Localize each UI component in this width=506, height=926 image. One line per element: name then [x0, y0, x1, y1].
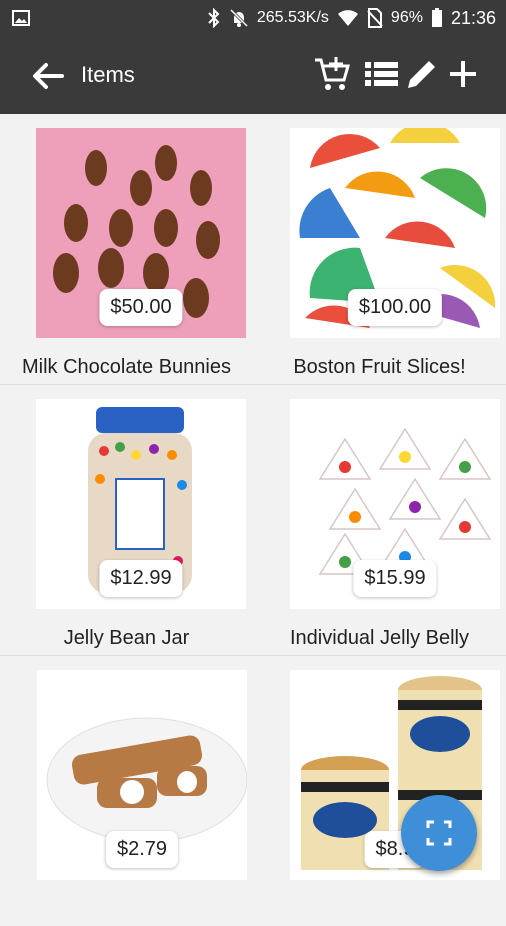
item-name: Jelly Bean Jar — [63, 627, 190, 649]
scan-frame-icon — [426, 820, 452, 846]
item-image-candy-bars: $2.79 — [37, 670, 248, 880]
item-card[interactable]: $100.00 Boston Fruit Slices! — [253, 114, 506, 384]
network-speed: 265.53K/s — [256, 9, 329, 26]
item-card[interactable]: $8.9 — [253, 656, 506, 926]
no-sim-icon — [367, 8, 383, 28]
list-view-icon[interactable] — [362, 54, 402, 94]
item-card[interactable]: $15.99 Individual Jelly Belly — [253, 385, 506, 655]
item-card[interactable]: $50.00 Milk Chocolate Bunnies — [0, 114, 253, 384]
app-bar: Items — [0, 36, 506, 114]
item-name: Milk Chocolate Bunnies — [22, 356, 231, 378]
scan-fab-button[interactable] — [401, 795, 477, 871]
notifications-off-icon — [229, 8, 248, 28]
battery-icon — [431, 8, 442, 27]
item-price: $15.99 — [353, 560, 437, 597]
image-notification-icon — [12, 10, 30, 26]
item-image-jelly-bean-jar: $12.99 — [36, 399, 246, 609]
clock: 21:36 — [450, 7, 496, 28]
wifi-icon — [337, 10, 358, 26]
status-bar: 265.53K/s 96% 21:36 — [0, 0, 506, 36]
item-price: $100.00 — [347, 289, 443, 326]
back-arrow-icon[interactable] — [28, 56, 68, 96]
item-price: $50.00 — [99, 289, 183, 326]
item-price: $12.99 — [99, 560, 183, 597]
add-icon[interactable] — [443, 54, 483, 94]
bluetooth-icon — [208, 8, 220, 28]
item-price: $2.79 — [105, 831, 179, 868]
item-image-jelly-belly-packs: $15.99 — [290, 399, 500, 609]
item-card[interactable]: $2.79 — [0, 656, 253, 926]
item-name: Boston Fruit Slices! — [293, 356, 466, 378]
add-to-cart-icon[interactable] — [312, 54, 352, 94]
item-image-chocolate-bunnies: $50.00 — [36, 128, 246, 338]
battery-level: 96% — [390, 9, 423, 26]
item-name: Individual Jelly Belly — [290, 627, 469, 649]
item-image-fruit-slices: $100.00 — [290, 122, 500, 338]
page-title: Items — [81, 62, 135, 87]
edit-pencil-icon[interactable] — [402, 54, 442, 94]
item-card[interactable]: $12.99 Jelly Bean Jar — [0, 385, 253, 655]
